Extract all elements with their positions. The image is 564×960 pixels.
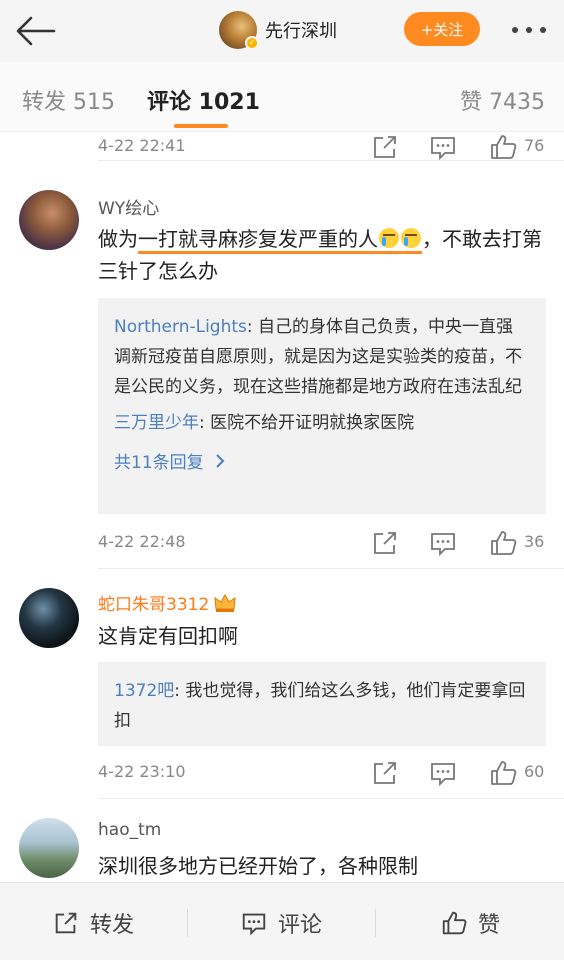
account-header[interactable]: ✓ 先行深圳	[219, 11, 337, 50]
reply-username[interactable]: 1372吧	[114, 681, 174, 701]
share-icon	[55, 912, 77, 934]
comment-text: 这肯定有回扣啊	[98, 624, 238, 648]
reply-username[interactable]: 三万里少年	[114, 413, 199, 433]
top-bar: ✓ 先行深圳 +关注	[0, 0, 564, 62]
chevron-right-icon	[215, 453, 225, 468]
avatar[interactable]	[19, 818, 79, 878]
crown-badge-icon	[214, 593, 236, 612]
tab-likes[interactable]: 赞 7435	[460, 84, 545, 116]
more-replies-label: 共11条回复	[114, 453, 204, 473]
bottom-action-bar: 转发 评论 赞	[0, 882, 564, 960]
comment-icon	[242, 913, 266, 936]
username[interactable]: 蛇口朱哥3312	[98, 590, 209, 615]
avatar[interactable]	[19, 588, 79, 648]
like-count: 60	[524, 762, 545, 781]
tab-comments[interactable]: 评论 1021	[147, 84, 260, 116]
like-icon	[442, 911, 467, 935]
crying-emoji-icon	[379, 228, 399, 248]
arrow-left-icon[interactable]	[14, 14, 58, 48]
reply-box: 1372吧: 我也觉得，我们给这么多钱，他们肯定要拿回扣	[98, 662, 546, 746]
reply-item: 1372吧: 我也觉得，我们给这么多钱，他们肯定要拿回扣	[114, 676, 530, 736]
username-row[interactable]: 蛇口朱哥3312	[98, 590, 237, 615]
comment-time: 4-22 23:10	[98, 762, 186, 781]
divider	[98, 798, 564, 799]
username[interactable]: hao_tm	[98, 820, 161, 840]
share-icon[interactable]	[370, 758, 400, 788]
like-icon[interactable]	[488, 758, 518, 788]
comment-button[interactable]: 评论	[240, 907, 322, 939]
divider	[187, 909, 188, 937]
comment-time: 4-22 22:48	[98, 532, 186, 551]
comment-meta: 4-22 22:41 76	[98, 132, 548, 162]
comment-icon[interactable]	[428, 528, 458, 558]
repost-label: 转发	[90, 913, 135, 938]
share-icon[interactable]	[370, 132, 400, 162]
follow-button[interactable]: +关注	[404, 12, 480, 46]
more-replies-link[interactable]: 共11条回复	[114, 448, 530, 473]
crying-emoji-icon	[401, 228, 421, 248]
reply-text: : 医院不给开证明就换家医院	[199, 413, 415, 433]
more-horizontal-icon[interactable]	[508, 18, 550, 42]
divider	[98, 160, 564, 161]
verified-badge-icon: ✓	[245, 36, 259, 50]
account-name[interactable]: 先行深圳	[265, 17, 337, 43]
avatar[interactable]	[19, 190, 79, 250]
comment-label: 评论	[278, 913, 323, 938]
comment-icon[interactable]	[428, 758, 458, 788]
like-count: 36	[524, 532, 545, 551]
reply-text: : 我也觉得，我们给这么多钱，他们肯定要拿回扣	[114, 681, 526, 731]
comment-text: 做为一打就寻麻疹复发严重的人 ，不敢去打第三针了怎么办	[98, 223, 550, 287]
like-label: 赞	[478, 913, 501, 938]
reply-box: Northern-Lights: 自己的身体自己负责，中央一直强调新冠疫苗自愿原…	[98, 298, 546, 514]
comment-text-pre: 做为	[98, 227, 138, 251]
tab-repost[interactable]: 转发 515	[22, 84, 115, 116]
reply-username[interactable]: Northern-Lights	[114, 317, 247, 337]
like-count: 76	[524, 136, 545, 155]
comment-text: 深圳很多地方已经开始了，各种限制	[98, 854, 418, 878]
tab-bar: 转发 515 评论 1021 赞 7435	[0, 62, 564, 132]
reply-item: Northern-Lights: 自己的身体自己负责，中央一直强调新冠疫苗自愿原…	[114, 312, 530, 402]
like-icon[interactable]	[488, 528, 518, 558]
active-tab-indicator	[174, 124, 228, 128]
like-button[interactable]: 赞	[440, 907, 500, 939]
account-avatar[interactable]: ✓	[219, 11, 259, 50]
comment-time: 4-22 22:41	[98, 136, 186, 155]
reply-item: 三万里少年: 医院不给开证明就换家医院	[114, 408, 530, 438]
comment-icon[interactable]	[428, 132, 458, 162]
username[interactable]: WY绘心	[98, 194, 159, 219]
repost-button[interactable]: 转发	[52, 907, 134, 939]
like-icon[interactable]	[488, 132, 518, 162]
comment-meta: 4-22 22:48 36	[98, 528, 548, 558]
comment-text-highlight-content: 一打就寻麻疹复发严重的人	[138, 227, 378, 251]
divider	[98, 568, 564, 569]
divider	[375, 909, 376, 937]
comment-meta: 4-22 23:10 60	[98, 758, 548, 788]
share-icon[interactable]	[370, 528, 400, 558]
comment-text-highlight: 一打就寻麻疹复发严重的人	[138, 227, 422, 254]
